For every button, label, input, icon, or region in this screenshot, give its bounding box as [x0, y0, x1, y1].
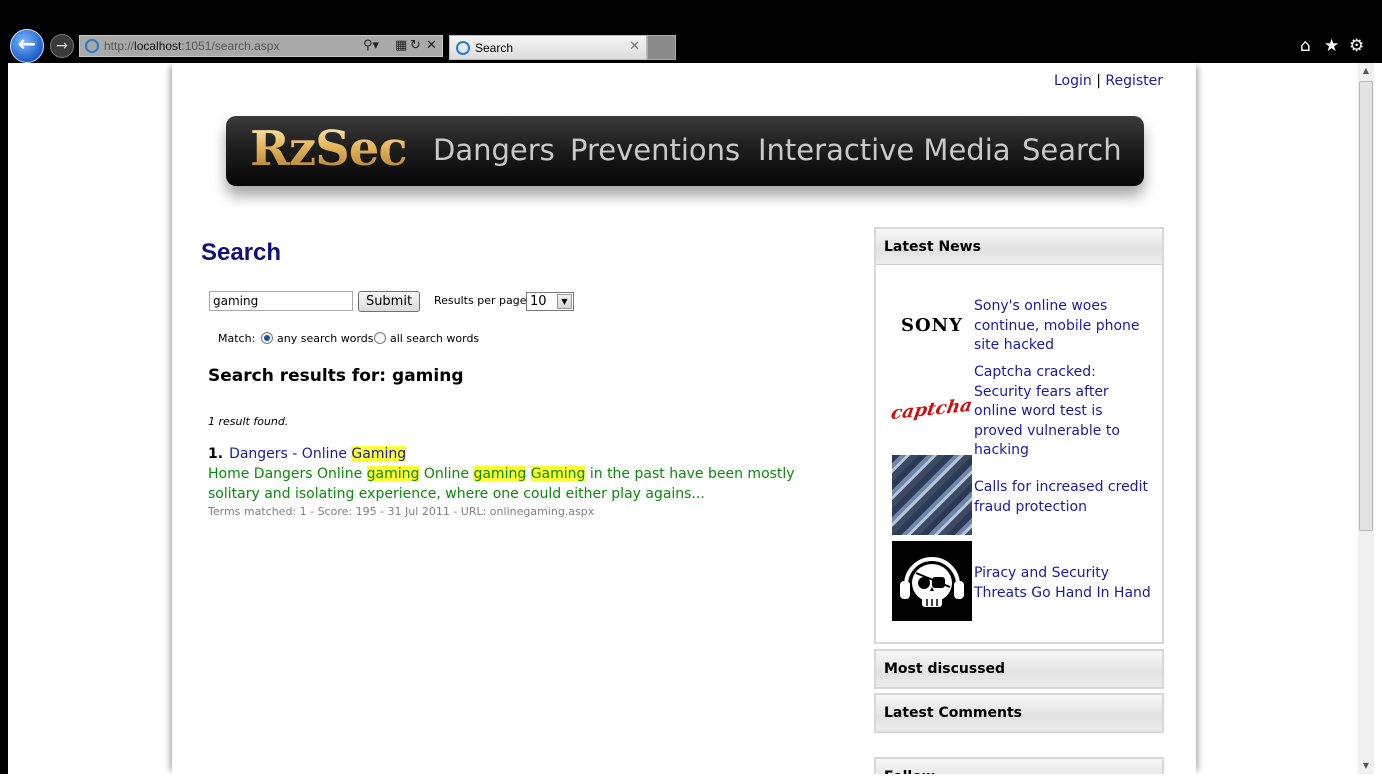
news-item: captcha Captcha cracked: Security fears …	[890, 364, 1152, 458]
address-url[interactable]: http://localhost:1051/search.aspx	[104, 39, 279, 53]
nav-search[interactable]: Search	[1022, 133, 1122, 167]
page-content: Login | Register RzSec Dangers Preventio…	[172, 63, 1196, 774]
sony-logo-thumb[interactable]: SONY	[892, 285, 972, 365]
login-link[interactable]: Login	[1054, 73, 1092, 89]
account-links: Login | Register	[1054, 73, 1163, 89]
link-separator: |	[1096, 73, 1101, 89]
match-any-label[interactable]: any search words	[277, 332, 374, 345]
scroll-up-icon[interactable]: ▲	[1358, 63, 1374, 79]
result-snippet: Home Dangers Online gaming Online gaming…	[208, 466, 795, 502]
register-link[interactable]: Register	[1105, 73, 1163, 89]
address-bar[interactable]: http://localhost:1051/search.aspx ⚲▾ ▦ ↻…	[79, 35, 443, 57]
page-viewport: Login | Register RzSec Dangers Preventio…	[8, 63, 1358, 774]
news-link[interactable]: Calls for increased credit fraud protect…	[974, 478, 1152, 517]
follow-title[interactable]: Follow	[876, 759, 1162, 774]
search-input[interactable]	[209, 291, 353, 311]
close-tab-icon[interactable]: ✕	[629, 39, 640, 54]
window-edge	[1374, 63, 1382, 784]
follow-panel[interactable]: Follow	[874, 757, 1164, 774]
news-link[interactable]: Captcha cracked: Security fears after on…	[974, 363, 1152, 461]
search-dropdown-icon[interactable]: ⚲▾	[363, 38, 379, 53]
result-count: 1 result found.	[208, 415, 289, 428]
latest-comments-title[interactable]: Latest Comments	[876, 695, 1162, 731]
news-item: SONY Sony's online woes continue, mobile…	[892, 285, 1152, 365]
latest-comments-panel[interactable]: Latest Comments	[874, 693, 1164, 733]
result-meta: Terms matched: 1 - Score: 195 - 31 Jul 2…	[208, 505, 595, 518]
news-link[interactable]: Piracy and Security Threats Go Hand In H…	[974, 564, 1152, 603]
tab-title: Search	[475, 41, 514, 55]
match-label: Match:	[218, 332, 256, 345]
submit-button[interactable]: Submit	[358, 291, 420, 312]
credit-cards-thumb[interactable]	[892, 455, 972, 535]
match-all-radio[interactable]	[374, 332, 386, 344]
pirate-skull-thumb[interactable]	[892, 541, 972, 621]
match-all-label[interactable]: all search words	[390, 332, 479, 345]
scrollbar-thumb[interactable]	[1359, 81, 1373, 531]
result-link-text: Dangers - Online	[229, 446, 352, 462]
news-item: Piracy and Security Threats Go Hand In H…	[892, 541, 1152, 621]
favorites-star-icon[interactable]: ★	[1324, 36, 1339, 56]
most-discussed-title[interactable]: Most discussed	[876, 651, 1162, 687]
home-icon[interactable]: ⌂	[1300, 36, 1311, 56]
scroll-down-icon[interactable]: ▼	[1358, 758, 1374, 774]
ie-icon	[456, 41, 470, 55]
refresh-icon[interactable]: ↻	[410, 38, 421, 53]
results-per-page-value: 10	[530, 294, 547, 309]
site-logo[interactable]: RzSec	[250, 121, 408, 177]
result-number: 1.	[208, 446, 224, 462]
page-title: Search	[201, 239, 282, 266]
nav-interactive-media[interactable]: Interactive Media	[758, 133, 1011, 167]
most-discussed-panel[interactable]: Most discussed	[874, 649, 1164, 689]
latest-news-panel: Latest News SONY Sony's online woes cont…	[874, 227, 1164, 644]
nav-banner: RzSec Dangers Preventions Interactive Me…	[226, 116, 1144, 186]
gear-icon[interactable]: ⚙	[1349, 36, 1364, 56]
results-per-page-select[interactable]: 10 ▼	[526, 292, 574, 311]
vertical-scrollbar[interactable]: ▲ ▼	[1358, 63, 1374, 774]
skull-headphones-icon	[900, 557, 964, 607]
results-heading-query: gaming	[392, 366, 464, 386]
news-link[interactable]: Sony's online woes continue, mobile phon…	[974, 297, 1152, 356]
browser-chrome: ← → http://localhost:1051/search.aspx ⚲▾…	[0, 0, 1382, 63]
forward-button[interactable]: →	[50, 34, 74, 58]
results-heading: Search results for: gaming	[208, 366, 463, 386]
result-link-highlight: Gaming	[351, 446, 407, 462]
result-title: 1. Dangers - Online Gaming	[208, 446, 407, 462]
captcha-thumb[interactable]: captcha	[890, 369, 974, 449]
compat-view-icon[interactable]: ▦	[395, 38, 407, 53]
stop-icon[interactable]: ✕	[426, 38, 437, 53]
results-heading-prefix: Search results for:	[208, 366, 393, 386]
news-item: Calls for increased credit fraud protect…	[892, 455, 1152, 535]
latest-news-title: Latest News	[876, 229, 1162, 265]
results-per-page-label: Results per page:	[434, 294, 531, 307]
chevron-down-icon[interactable]: ▼	[557, 294, 572, 309]
back-button[interactable]: ←	[10, 29, 44, 63]
nav-dangers[interactable]: Dangers	[433, 133, 555, 167]
new-tab-button[interactable]	[647, 35, 676, 60]
match-any-radio[interactable]	[261, 332, 273, 344]
window-edge	[0, 774, 1382, 784]
tab-search[interactable]: Search ✕	[449, 35, 647, 60]
result-link[interactable]: Dangers - Online Gaming	[229, 446, 407, 462]
ie-icon	[85, 39, 99, 53]
nav-preventions[interactable]: Preventions	[570, 133, 740, 167]
